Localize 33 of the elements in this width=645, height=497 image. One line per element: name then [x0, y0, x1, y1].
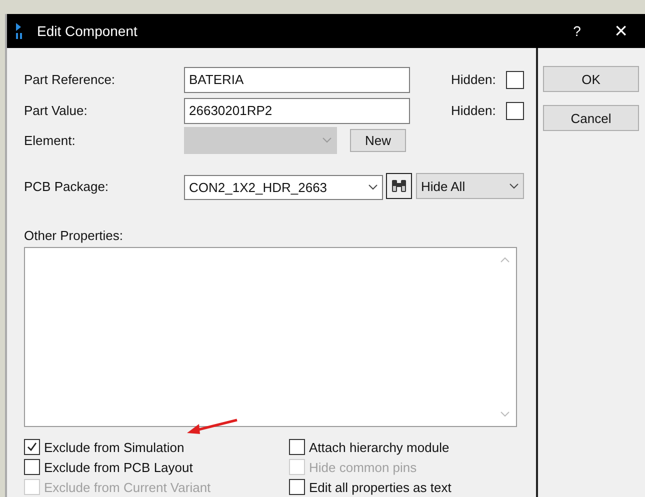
- package-dropdown[interactable]: CON2_1X2_HDR_2663: [184, 174, 383, 200]
- field-label: Part Reference:: [24, 72, 116, 87]
- visibility-dropdown[interactable]: Hide All: [416, 173, 524, 199]
- option-checkbox[interactable]: Exclude from PCB Layout: [24, 459, 289, 475]
- field-label: Element:: [24, 132, 76, 148]
- option-checkbox[interactable]: Exclude from Simulation: [24, 439, 289, 455]
- binoculars-button[interactable]: [386, 173, 412, 199]
- text-field[interactable]: BATERIA: [184, 66, 410, 92]
- option-checkbox[interactable]: Edit all properties as text: [289, 479, 452, 495]
- hidden-checkbox[interactable]: [506, 102, 524, 120]
- other-properties-label: Other Properties:: [24, 228, 124, 243]
- window-title: Edit Component: [37, 23, 138, 39]
- chevron-down-icon: [509, 183, 519, 189]
- field-label: Part Value:: [24, 103, 88, 118]
- hidden-label: Hidden:: [451, 103, 497, 118]
- binoculars-icon: [390, 178, 408, 194]
- field-label: PCB Package:: [24, 178, 110, 194]
- close-button[interactable]: ×: [599, 18, 643, 44]
- chevron-down-icon: [322, 137, 332, 143]
- app-icon: [15, 23, 23, 39]
- dialog-button[interactable]: Cancel: [543, 105, 639, 131]
- text-field[interactable]: 26630201RP2: [184, 98, 410, 124]
- help-button[interactable]: ?: [555, 23, 599, 39]
- dialog-button[interactable]: OK: [543, 66, 639, 92]
- chevron-down-icon: [368, 184, 378, 190]
- hidden-checkbox[interactable]: [506, 70, 524, 88]
- check-icon: [26, 441, 38, 453]
- option-checkbox[interactable]: Attach hierarchy module: [289, 439, 452, 455]
- scroll-down-icon[interactable]: [500, 411, 510, 417]
- scroll-up-icon[interactable]: [500, 257, 510, 263]
- hidden-label: Hidden:: [451, 72, 497, 87]
- annotation-arrow: [185, 418, 239, 436]
- properties-text-area[interactable]: [24, 247, 517, 427]
